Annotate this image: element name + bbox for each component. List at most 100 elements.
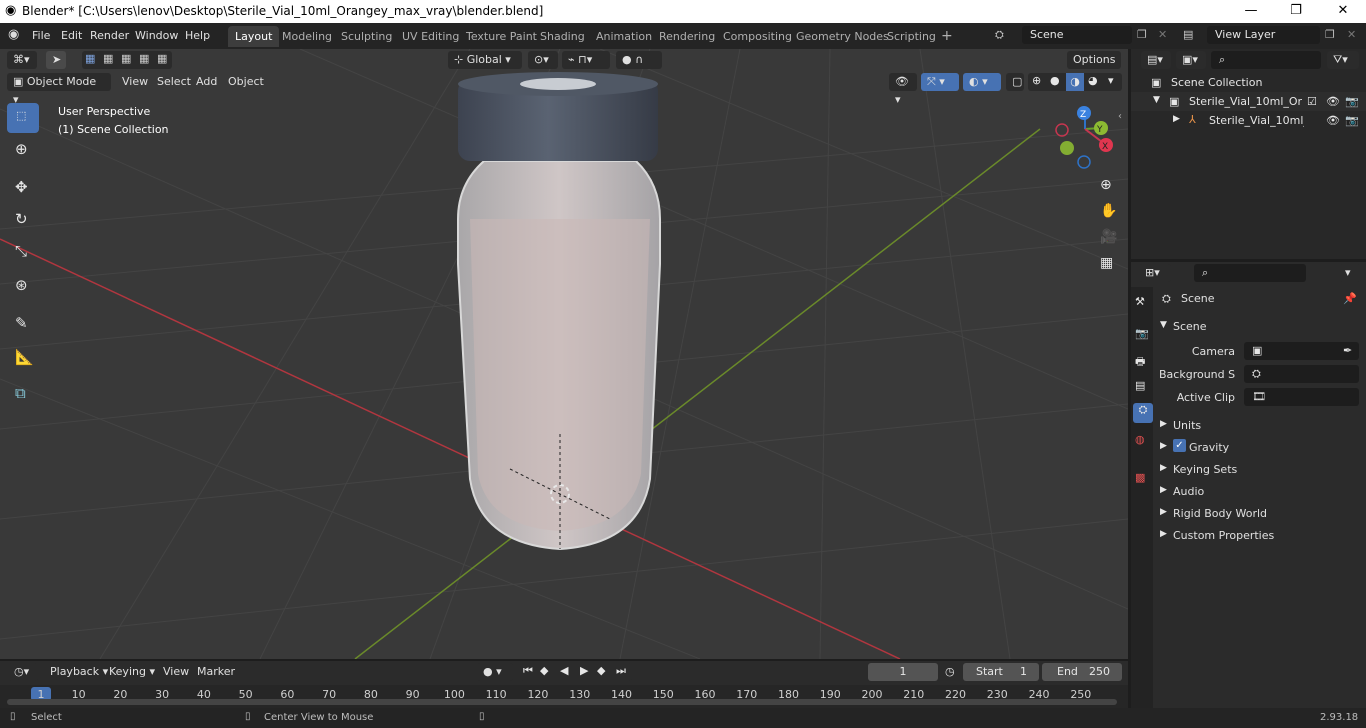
play-icon[interactable]: ▶: [580, 664, 588, 677]
tab-texture-paint[interactable]: Texture Paint: [459, 26, 544, 47]
section-gravity[interactable]: Gravity: [1189, 441, 1229, 454]
tab-shading[interactable]: Shading: [533, 26, 592, 47]
outliner-row-object[interactable]: ▶ ⅄ Sterile_Vial_10ml_Ora 👁 📷: [1131, 111, 1366, 130]
add-workspace-icon[interactable]: +: [934, 26, 960, 47]
rotate-tool[interactable]: ↻: [7, 205, 39, 235]
new-scene-icon[interactable]: ❐: [1137, 28, 1147, 41]
eye-icon[interactable]: 👁: [1326, 95, 1340, 108]
end-frame-field[interactable]: End 250: [1042, 663, 1122, 681]
timeline-menu-marker[interactable]: Marker: [191, 663, 241, 681]
menu-file[interactable]: File: [26, 27, 56, 45]
rendered-shading-icon[interactable]: ◕: [1088, 74, 1098, 87]
3d-viewport[interactable]: X Y Z ⌘▾ ➤ ▦ ▦ ▦ ▦ ▦ ⊹ Global ▾ ⊙▾ ⌁ ⊓▾ …: [0, 49, 1128, 659]
next-keyframe-icon[interactable]: ◆: [597, 664, 605, 677]
tab-sculpting[interactable]: Sculpting: [334, 26, 399, 47]
expand-arrow-icon[interactable]: ▶: [1173, 114, 1180, 124]
world-tab-icon[interactable]: ◍: [1135, 433, 1145, 446]
material-preview-icon[interactable]: ◑: [1066, 73, 1084, 91]
pivot-point-dropdown[interactable]: ⊙▾: [528, 51, 558, 69]
properties-search-input[interactable]: ⌕: [1194, 264, 1306, 282]
texture-tab-icon[interactable]: ▩: [1135, 471, 1145, 484]
tab-animation[interactable]: Animation: [589, 26, 659, 47]
playback-controls[interactable]: ⏮ ◆ ◀ ▶ ◆ ⏭: [520, 663, 632, 681]
annotate-tool[interactable]: ✎: [7, 309, 39, 339]
close-icon[interactable]: ✕: [1320, 0, 1366, 23]
blender-menu-icon[interactable]: ◉: [8, 27, 19, 42]
scene-panel-header[interactable]: Scene: [1173, 320, 1207, 333]
section-expand-icon[interactable]: ▶: [1160, 419, 1167, 429]
delete-view-layer-icon[interactable]: ✕: [1347, 28, 1356, 41]
gizmo-toggle[interactable]: ⤧ ▾: [921, 73, 959, 91]
select-extend-icon[interactable]: ▦: [103, 52, 113, 65]
current-frame-field[interactable]: 1: [868, 663, 938, 681]
menu-render[interactable]: Render: [84, 27, 135, 45]
section-expand-icon[interactable]: ▶: [1160, 485, 1167, 495]
menu-help[interactable]: Help: [179, 27, 216, 45]
selection-mode-group[interactable]: ▦ ▦ ▦ ▦ ▦: [82, 51, 172, 69]
panel-expand-icon[interactable]: ▼: [1160, 320, 1167, 330]
tab-modeling[interactable]: Modeling: [275, 26, 339, 47]
object-mode-dropdown[interactable]: ▣ Object Mode ▾: [7, 73, 111, 106]
prev-keyframe-icon[interactable]: ◆: [540, 664, 548, 677]
outliner-search-input[interactable]: ⌕: [1211, 51, 1321, 69]
section-expand-icon[interactable]: ▶: [1160, 507, 1167, 517]
transform-tool[interactable]: ⊛: [7, 271, 39, 301]
timeline-menu-view[interactable]: View: [157, 663, 195, 681]
visibility-dropdown[interactable]: 👁▾: [889, 73, 917, 106]
render-tab-icon[interactable]: 📷: [1135, 327, 1149, 340]
viewport-menu-object[interactable]: Object: [222, 73, 270, 91]
wireframe-shading-icon[interactable]: ⊕: [1032, 74, 1041, 87]
new-view-layer-icon[interactable]: ❐: [1325, 28, 1335, 41]
camera-icon[interactable]: 📷: [1345, 95, 1359, 108]
select-box-tool[interactable]: ⬚: [7, 103, 39, 133]
section-custom-properties[interactable]: Custom Properties: [1173, 529, 1274, 542]
timeline-menu-keying[interactable]: Keying ▾: [103, 663, 161, 681]
gravity-checkbox[interactable]: ✓: [1173, 439, 1186, 452]
outliner-display-mode[interactable]: ▣▾: [1176, 51, 1206, 69]
viewport-menu-view[interactable]: View: [116, 73, 154, 91]
add-cube-tool[interactable]: ⧉: [7, 379, 39, 409]
xray-toggle[interactable]: ▢: [1006, 73, 1024, 91]
active-clip-field[interactable]: 🎞: [1244, 388, 1359, 406]
output-tab-icon[interactable]: 🖶: [1135, 353, 1145, 372]
play-reverse-icon[interactable]: ◀: [560, 664, 568, 677]
select-subtract-icon[interactable]: ▦: [121, 52, 131, 65]
preview-range-icon[interactable]: ◷: [945, 665, 955, 678]
view-layer-field[interactable]: View Layer: [1207, 26, 1320, 44]
section-expand-icon[interactable]: ▶: [1160, 441, 1167, 451]
section-expand-icon[interactable]: ▶: [1160, 529, 1167, 539]
minimize-icon[interactable]: —: [1228, 0, 1274, 23]
properties-options-dropdown[interactable]: ▾: [1339, 264, 1361, 282]
shading-mode-group[interactable]: ⊕ ● ◑ ◕ ▾: [1028, 73, 1122, 91]
maximize-icon[interactable]: ❐: [1273, 0, 1319, 23]
measure-tool[interactable]: 📐: [7, 343, 39, 373]
camera-field[interactable]: ▣ ✒: [1244, 342, 1359, 360]
section-rigid-body-world[interactable]: Rigid Body World: [1173, 507, 1267, 520]
move-tool[interactable]: ✥: [7, 173, 39, 203]
solid-shading-icon[interactable]: ●: [1050, 74, 1060, 87]
eye-icon[interactable]: 👁: [1326, 114, 1340, 127]
editor-type-button[interactable]: ⌘▾: [7, 51, 37, 69]
outliner-row-root[interactable]: ▣ Scene Collection: [1131, 73, 1366, 92]
jump-end-icon[interactable]: ⏭: [616, 664, 626, 678]
tab-layout[interactable]: Layout: [228, 26, 280, 47]
outliner-filter-dropdown[interactable]: ⛛▾: [1327, 51, 1359, 69]
snap-toggle[interactable]: ⌁ ⊓▾: [562, 51, 610, 69]
tool-tab-icon[interactable]: ⚒: [1135, 295, 1145, 308]
section-keying-sets[interactable]: Keying Sets: [1173, 463, 1237, 476]
tab-uv-editing[interactable]: UV Editing: [395, 26, 466, 47]
scene-tab-icon[interactable]: ⛭: [1133, 403, 1153, 423]
delete-scene-icon[interactable]: ✕: [1158, 28, 1167, 41]
camera-icon[interactable]: 📷: [1345, 114, 1359, 127]
camera-view-icon[interactable]: 🎥: [1100, 229, 1117, 245]
pan-hand-icon[interactable]: ✋: [1100, 203, 1117, 219]
scale-tool[interactable]: ⤡: [7, 237, 39, 267]
section-units[interactable]: Units: [1173, 419, 1201, 432]
jump-start-icon[interactable]: ⏮: [523, 664, 533, 678]
expand-arrow-icon[interactable]: ▼: [1153, 95, 1160, 105]
orthographic-toggle-icon[interactable]: ▦: [1100, 255, 1113, 271]
select-cursor-icon[interactable]: ➤: [46, 51, 66, 69]
outliner-editor-type[interactable]: ▤▾: [1141, 51, 1171, 69]
tab-rendering[interactable]: Rendering: [652, 26, 722, 47]
options-dropdown[interactable]: Options ▾: [1067, 51, 1121, 84]
